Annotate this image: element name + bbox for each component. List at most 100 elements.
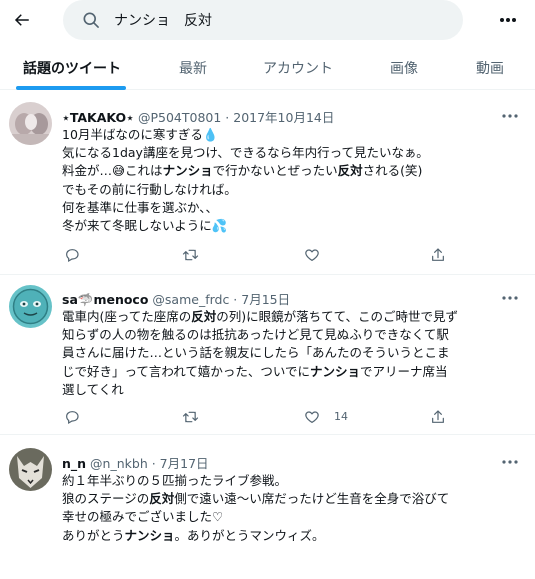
- retweet-button[interactable]: [180, 245, 200, 265]
- tweet-line: 何を基準に仕事を選ぶか、、: [62, 199, 524, 217]
- tweet-line: 約１年半ぶりの５匹揃ったライブ参戦。: [62, 472, 524, 490]
- highlight-keyword: ナンショ: [124, 527, 175, 543]
- tweet-line: じで好き」って言われて嬉かった、ついでにナンショでアリーナ席当: [62, 363, 524, 381]
- text-segment: でアリーナ席当: [360, 363, 448, 379]
- back-button[interactable]: [8, 6, 36, 34]
- like-count: 14: [334, 410, 348, 423]
- handle-and-date[interactable]: @n_nkbh · 7月17日: [90, 456, 208, 471]
- tweet[interactable]: sa🦈menoco @same_frdc · 7月15日 電車内(座ってた座席の…: [0, 276, 535, 435]
- more-options-button[interactable]: [496, 8, 520, 32]
- tweet-line: でもその前に行動しなければ。: [62, 181, 524, 199]
- text-segment: される(笑): [362, 163, 423, 179]
- tweet-text: 電車内(座ってた座席の反対の列)に眼鏡が落ちてて、このご時世で見ず 知らずの人の…: [62, 308, 524, 399]
- reply-button[interactable]: [62, 245, 82, 265]
- tweet-line: 電車内(座ってた座席の反対の列)に眼鏡が落ちてて、このご時世で見ず: [62, 308, 524, 326]
- heart-icon: [305, 249, 319, 261]
- retweet-icon: [182, 249, 198, 261]
- reply-button[interactable]: [62, 407, 82, 427]
- more-horizontal-icon[interactable]: [502, 110, 518, 122]
- text-segment: 員さんに届けた…という話を親友にしたら「あんたのそういうとこま: [62, 345, 450, 361]
- search-icon: [83, 12, 99, 28]
- display-name[interactable]: sa🦈menoco: [62, 292, 148, 307]
- tweet-line: 狼のステージの反対側で遠い遠〜い席だったけど生音を全身で浴びて: [62, 490, 524, 508]
- tab-images[interactable]: 画像: [390, 58, 418, 78]
- share-button[interactable]: [428, 407, 448, 427]
- retweet-button[interactable]: [180, 407, 200, 427]
- display-name[interactable]: n_n: [62, 456, 86, 471]
- reply-icon: [66, 249, 79, 263]
- tweet-line: 知らずの人の物を触るのは抵抗あったけど見て見ぬふりできなくて駅: [62, 326, 524, 344]
- sweat-smile-emoji: 😅: [112, 163, 126, 179]
- tweet-line: 幸せの極みでございました♡: [62, 508, 524, 526]
- highlight-keyword: 反対: [149, 491, 175, 507]
- text-segment: 知らずの人の物を触るのは抵抗あったけど見て見ぬふりできなくて駅: [62, 327, 449, 343]
- like-button[interactable]: [302, 245, 322, 265]
- avatar[interactable]: [9, 102, 52, 145]
- tweet-header: sa🦈menoco @same_frdc · 7月15日: [62, 289, 290, 308]
- tab-accounts[interactable]: アカウント: [263, 58, 333, 78]
- highlight-keyword: 反対: [191, 309, 217, 324]
- text-segment: 気になる1day講座を見つけ、できるなら年内行って見たいなぁ。: [62, 145, 429, 161]
- text-segment: これは: [125, 163, 163, 179]
- highlight-keyword: 反対: [337, 163, 363, 179]
- heart-icon: [305, 411, 319, 423]
- more-horizontal-icon[interactable]: [502, 456, 518, 468]
- text-segment: 狼のステージの: [62, 491, 150, 507]
- text-segment: でもその前に行動しなければ。: [62, 181, 237, 197]
- tab-top[interactable]: 話題のツイート: [23, 58, 121, 78]
- text-segment: 電車内(座ってた座席の: [62, 309, 192, 324]
- text-segment: ありがとう: [62, 527, 125, 543]
- text-segment: 側で遠い遠〜い席だったけど生音を全身で浴びて: [174, 491, 450, 507]
- tab-videos[interactable]: 動画: [476, 58, 504, 78]
- tweet-line: 10月半ばなのに寒すぎる💧: [62, 126, 524, 144]
- more-horizontal-icon: [500, 18, 516, 22]
- tweet-line: 気になる1day講座を見つけ、できるなら年内行って見たいなぁ。: [62, 144, 524, 162]
- avatar[interactable]: [9, 448, 52, 491]
- display-name[interactable]: ⋆TAKAKO⋆: [62, 110, 134, 125]
- tweet-text: 10月半ばなのに寒すぎる💧 気になる1day講座を見つけ、できるなら年内行って見…: [62, 126, 524, 235]
- handle-and-date[interactable]: @same_frdc · 7月15日: [152, 292, 290, 307]
- highlight-keyword: ナンショ: [162, 163, 213, 179]
- top-bar: ナンショ 反対: [0, 0, 535, 44]
- text-segment: じで好き」って言われて嬉かった、ついでに: [62, 363, 311, 379]
- arrow-left-icon: [14, 14, 29, 26]
- text-segment: 選してくれ: [62, 381, 124, 397]
- tab-latest[interactable]: 最新: [179, 58, 207, 78]
- reply-icon: [66, 411, 79, 425]
- tweet-line: 冬が来て冬眠しないように💦: [62, 217, 524, 235]
- tweet-line: 員さんに届けた…という話を親友にしたら「あんたのそういうとこま: [62, 344, 524, 362]
- tweet-header: n_n @n_nkbh · 7月17日: [62, 453, 209, 472]
- text-segment: 10月半ばなのに寒すぎる: [62, 127, 203, 142]
- tweet-header: ⋆TAKAKO⋆ @P504T0801 · 2017年10月14日: [62, 107, 334, 126]
- text-segment: 幸せの極みでございました♡: [62, 509, 224, 525]
- droplet-emoji: 💧: [202, 127, 219, 142]
- tweet[interactable]: ⋆TAKAKO⋆ @P504T0801 · 2017年10月14日 10月半ばな…: [0, 90, 535, 275]
- share-icon: [432, 248, 444, 261]
- search-input[interactable]: ナンショ 反対: [63, 0, 463, 40]
- sweat-drops-emoji: 💦: [211, 218, 228, 234]
- tweet-actions: 14: [62, 407, 482, 427]
- tweet-line: 選してくれ: [62, 381, 524, 399]
- text-segment: の列)に眼鏡が落ちてて、このご時世で見ず: [216, 309, 459, 324]
- text-segment: 。ありがとうマンウィズ。: [174, 527, 325, 543]
- tweet-line: 料金が…😅これはナンショで行かないとぜったい反対される(笑): [62, 162, 524, 180]
- text-segment: 料金が…: [62, 163, 113, 179]
- tweet-text: 約１年半ぶりの５匹揃ったライブ参戦。 狼のステージの反対側で遠い遠〜い席だったけ…: [62, 472, 524, 545]
- search-tabs: 話題のツイート 最新 アカウント 画像 動画: [0, 44, 535, 90]
- handle-and-date[interactable]: @P504T0801 · 2017年10月14日: [138, 110, 334, 125]
- tweet-line: ありがとうナンショ。ありがとうマンウィズ。: [62, 527, 524, 545]
- text-segment: 冬が来て冬眠しないように: [62, 218, 212, 234]
- avatar[interactable]: [9, 285, 52, 328]
- text-segment: 約１年半ぶりの５匹揃ったライブ参戦。: [62, 473, 288, 488]
- more-horizontal-icon[interactable]: [502, 292, 518, 304]
- share-button[interactable]: [428, 245, 448, 265]
- text-segment: で行かないとぜったい: [212, 163, 338, 179]
- highlight-keyword: ナンショ: [310, 363, 361, 379]
- search-query: ナンショ 反対: [114, 13, 212, 29]
- share-icon: [432, 410, 444, 423]
- text-segment: 何を基準に仕事を選ぶか、、: [62, 199, 219, 215]
- tweet[interactable]: n_n @n_nkbh · 7月17日 約１年半ぶりの５匹揃ったライブ参戦。 狼…: [0, 436, 535, 579]
- tweet-actions: [62, 245, 482, 265]
- retweet-icon: [182, 411, 198, 423]
- like-button[interactable]: [302, 407, 322, 427]
